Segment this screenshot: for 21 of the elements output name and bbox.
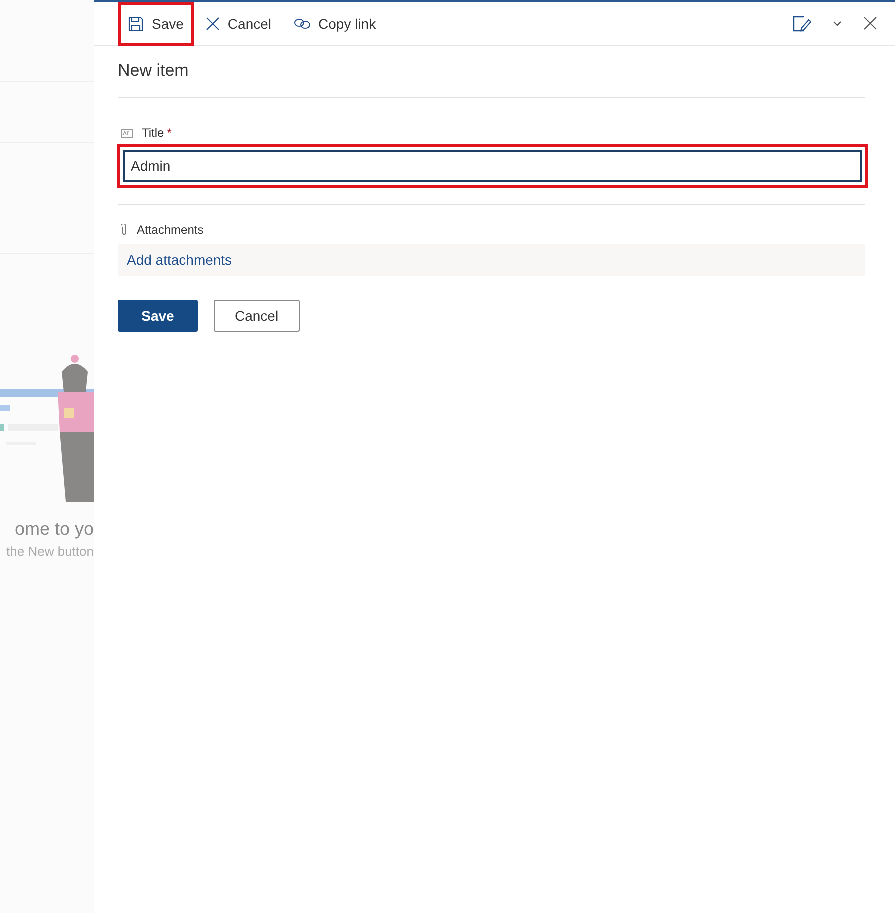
attachments-label: Attachments — [137, 223, 204, 237]
hint-text: the New button — [6, 544, 94, 559]
save-button[interactable]: Save — [118, 2, 194, 46]
link-icon — [294, 18, 311, 30]
title-input[interactable]: Admin — [117, 144, 868, 188]
add-attachments-link[interactable]: Add attachments — [127, 252, 232, 268]
cancel-button[interactable]: Cancel — [196, 2, 282, 46]
form-title: New item — [118, 61, 190, 81]
welcome-text: ome to yo — [14, 519, 94, 540]
chevron-down-icon[interactable] — [833, 20, 842, 26]
required-mark: * — [167, 126, 172, 140]
text-field-icon — [121, 128, 133, 138]
save-button[interactable]: Save — [118, 300, 198, 332]
field-label: Title — [142, 126, 164, 140]
close-icon — [206, 16, 220, 30]
edit-form-icon[interactable] — [793, 16, 811, 32]
save-icon — [128, 16, 144, 32]
link-button[interactable]: Copy link — [284, 2, 386, 46]
close-icon[interactable] — [864, 17, 877, 30]
cancel-button[interactable]: Cancel — [214, 300, 300, 332]
paperclip-icon — [121, 224, 128, 236]
